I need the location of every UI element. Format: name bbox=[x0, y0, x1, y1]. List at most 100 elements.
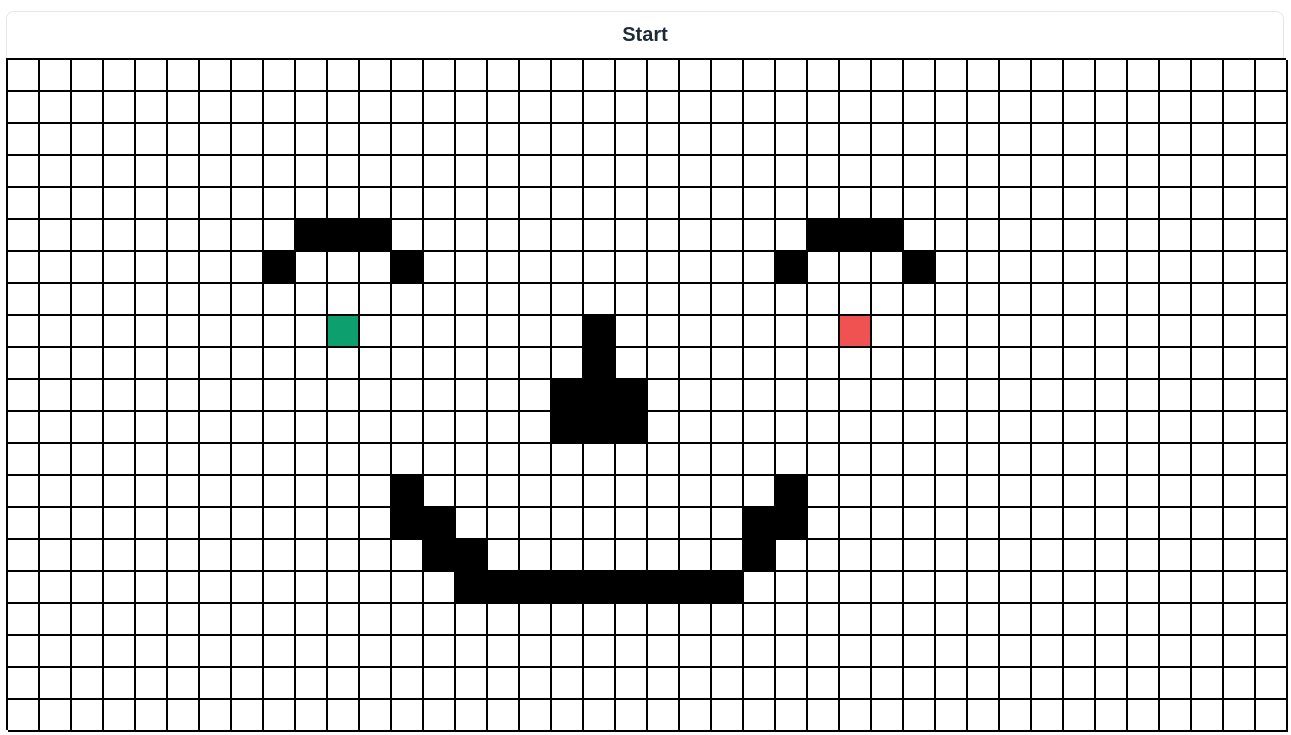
grid-cell[interactable] bbox=[392, 156, 424, 188]
grid-cell[interactable] bbox=[1064, 636, 1096, 668]
wall-cell[interactable] bbox=[904, 252, 936, 284]
grid-cell[interactable] bbox=[1128, 124, 1160, 156]
grid-cell[interactable] bbox=[1256, 220, 1288, 252]
grid-cell[interactable] bbox=[1256, 444, 1288, 476]
grid-cell[interactable] bbox=[40, 92, 72, 124]
grid-cell[interactable] bbox=[904, 124, 936, 156]
grid-cell[interactable] bbox=[584, 540, 616, 572]
grid-cell[interactable] bbox=[776, 380, 808, 412]
grid-cell[interactable] bbox=[296, 284, 328, 316]
grid-cell[interactable] bbox=[296, 636, 328, 668]
grid-cell[interactable] bbox=[104, 156, 136, 188]
grid-cell[interactable] bbox=[616, 188, 648, 220]
grid-cell[interactable] bbox=[520, 156, 552, 188]
grid-cell[interactable] bbox=[232, 92, 264, 124]
grid-cell[interactable] bbox=[840, 572, 872, 604]
grid-cell[interactable] bbox=[1256, 284, 1288, 316]
grid-cell[interactable] bbox=[72, 252, 104, 284]
grid-cell[interactable] bbox=[776, 156, 808, 188]
grid-cell[interactable] bbox=[552, 700, 584, 732]
grid-cell[interactable] bbox=[840, 444, 872, 476]
grid-cell[interactable] bbox=[392, 316, 424, 348]
grid-cell[interactable] bbox=[360, 572, 392, 604]
grid-cell[interactable] bbox=[328, 380, 360, 412]
wall-cell[interactable] bbox=[744, 540, 776, 572]
grid-cell[interactable] bbox=[488, 252, 520, 284]
grid-cell[interactable] bbox=[744, 220, 776, 252]
wall-cell[interactable] bbox=[584, 572, 616, 604]
grid-cell[interactable] bbox=[1000, 92, 1032, 124]
grid-cell[interactable] bbox=[1000, 444, 1032, 476]
grid-cell[interactable] bbox=[1032, 668, 1064, 700]
grid-cell[interactable] bbox=[1256, 380, 1288, 412]
grid-cell[interactable] bbox=[744, 60, 776, 92]
wall-cell[interactable] bbox=[552, 412, 584, 444]
grid-cell[interactable] bbox=[648, 284, 680, 316]
grid-cell[interactable] bbox=[584, 700, 616, 732]
grid-cell[interactable] bbox=[936, 156, 968, 188]
grid-cell[interactable] bbox=[584, 604, 616, 636]
grid-cell[interactable] bbox=[968, 444, 1000, 476]
grid-cell[interactable] bbox=[520, 188, 552, 220]
grid-cell[interactable] bbox=[328, 508, 360, 540]
grid-cell[interactable] bbox=[1000, 412, 1032, 444]
grid-cell[interactable] bbox=[584, 636, 616, 668]
grid-cell[interactable] bbox=[616, 284, 648, 316]
grid-cell[interactable] bbox=[648, 444, 680, 476]
grid-cell[interactable] bbox=[936, 572, 968, 604]
wall-cell[interactable] bbox=[584, 348, 616, 380]
grid-cell[interactable] bbox=[520, 444, 552, 476]
wall-cell[interactable] bbox=[616, 572, 648, 604]
wall-cell[interactable] bbox=[744, 508, 776, 540]
grid-cell[interactable] bbox=[328, 188, 360, 220]
grid-cell[interactable] bbox=[296, 156, 328, 188]
grid-cell[interactable] bbox=[680, 60, 712, 92]
grid-cell[interactable] bbox=[1032, 252, 1064, 284]
grid-cell[interactable] bbox=[200, 540, 232, 572]
grid-cell[interactable] bbox=[1096, 668, 1128, 700]
wall-cell[interactable] bbox=[584, 412, 616, 444]
grid-cell[interactable] bbox=[264, 444, 296, 476]
grid-cell[interactable] bbox=[1032, 444, 1064, 476]
grid-cell[interactable] bbox=[1224, 476, 1256, 508]
grid-cell[interactable] bbox=[328, 284, 360, 316]
grid-cell[interactable] bbox=[200, 284, 232, 316]
grid-cell[interactable] bbox=[1224, 700, 1256, 732]
grid-cell[interactable] bbox=[552, 348, 584, 380]
grid-cell[interactable] bbox=[616, 604, 648, 636]
grid-cell[interactable] bbox=[840, 156, 872, 188]
grid-cell[interactable] bbox=[232, 60, 264, 92]
grid-cell[interactable] bbox=[552, 444, 584, 476]
grid-cell[interactable] bbox=[872, 252, 904, 284]
grid-cell[interactable] bbox=[872, 540, 904, 572]
grid-cell[interactable] bbox=[40, 348, 72, 380]
grid-cell[interactable] bbox=[520, 540, 552, 572]
grid-cell[interactable] bbox=[424, 92, 456, 124]
grid-cell[interactable] bbox=[488, 412, 520, 444]
grid-cell[interactable] bbox=[616, 92, 648, 124]
grid-cell[interactable] bbox=[648, 508, 680, 540]
grid-cell[interactable] bbox=[1000, 380, 1032, 412]
grid-cell[interactable] bbox=[936, 636, 968, 668]
grid-cell[interactable] bbox=[1064, 508, 1096, 540]
grid-cell[interactable] bbox=[72, 444, 104, 476]
grid-cell[interactable] bbox=[1096, 60, 1128, 92]
grid-cell[interactable] bbox=[520, 604, 552, 636]
grid-cell[interactable] bbox=[392, 92, 424, 124]
grid-cell[interactable] bbox=[968, 60, 1000, 92]
grid-cell[interactable] bbox=[136, 92, 168, 124]
grid-cell[interactable] bbox=[1064, 284, 1096, 316]
grid-cell[interactable] bbox=[968, 252, 1000, 284]
grid-cell[interactable] bbox=[1128, 348, 1160, 380]
grid-cell[interactable] bbox=[168, 60, 200, 92]
grid-cell[interactable] bbox=[200, 124, 232, 156]
grid-cell[interactable] bbox=[424, 412, 456, 444]
grid-cell[interactable] bbox=[872, 572, 904, 604]
grid-cell[interactable] bbox=[680, 220, 712, 252]
grid-cell[interactable] bbox=[456, 252, 488, 284]
grid-cell[interactable] bbox=[296, 604, 328, 636]
grid-cell[interactable] bbox=[360, 444, 392, 476]
grid-cell[interactable] bbox=[1000, 604, 1032, 636]
grid-cell[interactable] bbox=[392, 444, 424, 476]
grid-cell[interactable] bbox=[1096, 252, 1128, 284]
